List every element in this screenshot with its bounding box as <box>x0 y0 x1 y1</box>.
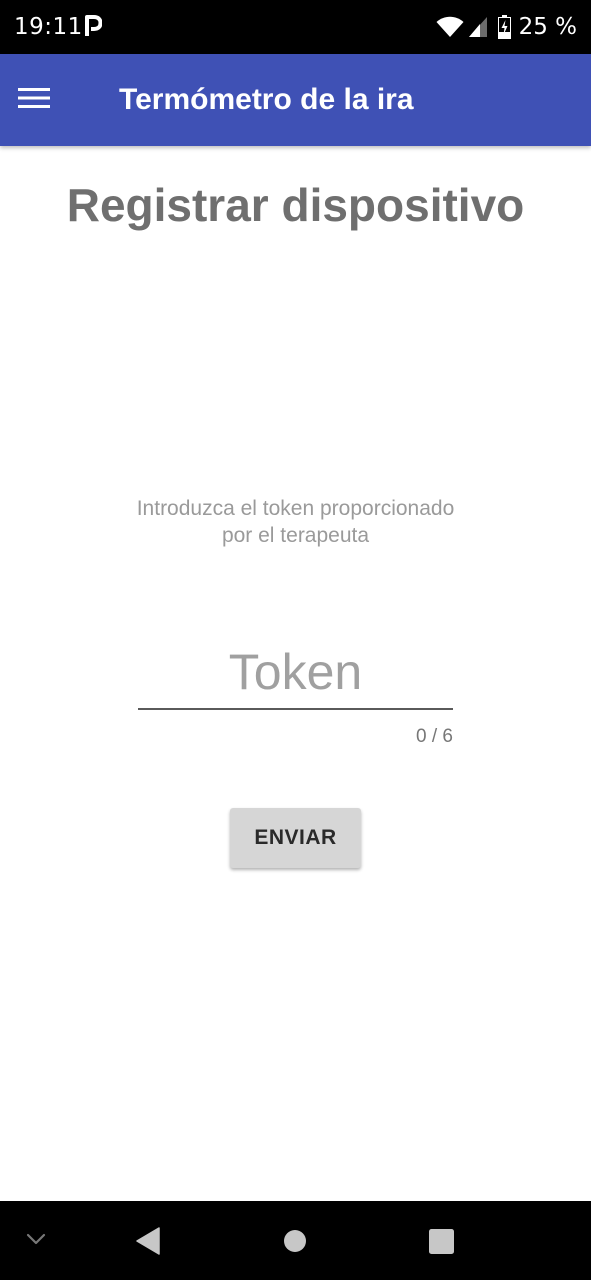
status-time: 19:11 <box>14 14 83 40</box>
menu-button[interactable] <box>18 76 74 124</box>
token-char-counter: 0 / 6 <box>416 726 453 747</box>
navigation-bar <box>0 1201 591 1280</box>
token-input[interactable] <box>138 636 453 710</box>
battery-charging-icon <box>497 15 511 39</box>
app-title: Termómetro de la ira <box>119 83 414 116</box>
chevron-down-icon[interactable] <box>26 1232 46 1251</box>
send-button[interactable]: ENVIAR <box>230 808 361 868</box>
page-title: Registrar dispositivo <box>66 179 525 231</box>
wifi-icon <box>436 16 464 38</box>
battery-percentage: 25 % <box>518 14 577 40</box>
status-bar: 19:11 25 % <box>0 0 591 54</box>
home-icon[interactable] <box>284 1230 306 1257</box>
cellular-signal-icon <box>468 16 488 38</box>
status-indicators: 25 % <box>436 13 577 41</box>
parking-app-icon <box>84 15 103 42</box>
recents-icon[interactable] <box>429 1229 454 1259</box>
instructions-text: Introduzca el token proporcionado por el… <box>95 495 496 549</box>
hamburger-menu-icon <box>18 87 50 114</box>
back-icon[interactable] <box>135 1227 161 1260</box>
instructions-line-1: Introduzca el token proporcionado <box>136 497 455 520</box>
instructions-line-2: por el terapeuta <box>221 524 370 547</box>
app-bar: Termómetro de la ira <box>0 54 591 146</box>
